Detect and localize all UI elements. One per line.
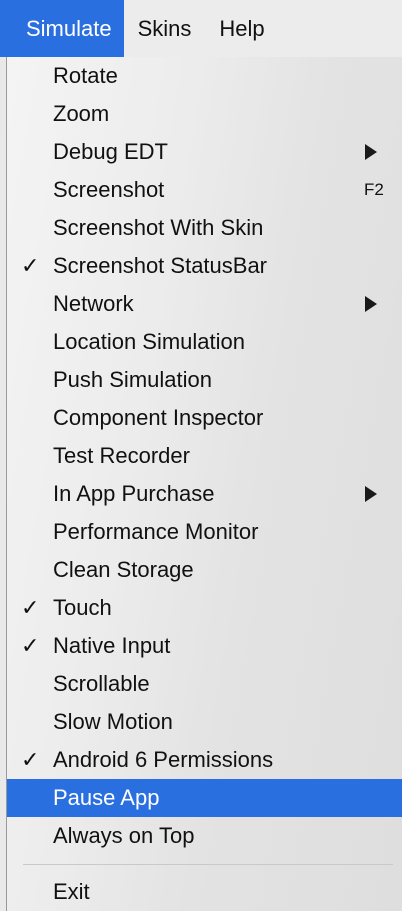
menu-item-label: Scrollable [53, 671, 150, 696]
menu-item-label: Push Simulation [53, 367, 212, 392]
menu-item-native-input[interactable]: ✓ Native Input [7, 627, 402, 665]
menu-item-screenshot-with-skin[interactable]: Screenshot With Skin [7, 209, 402, 247]
menu-item-label: Exit [53, 879, 90, 904]
menu-item-label: In App Purchase [53, 481, 215, 506]
menu-help[interactable]: Help [205, 0, 278, 57]
menu-item-label: Android 6 Permissions [53, 747, 274, 772]
menu-item-label: Rotate [53, 63, 118, 88]
menu-item-touch[interactable]: ✓ Touch [7, 589, 402, 627]
checkmark-icon: ✓ [21, 633, 40, 658]
menu-item-label: Screenshot [53, 177, 165, 202]
menu-item-label: Component Inspector [53, 405, 264, 430]
menu-item-label: Pause App [53, 785, 160, 810]
menu-item-label: Always on Top [53, 823, 195, 848]
menu-item-label: Native Input [53, 633, 171, 658]
menu-bar: Simulate Skins Help [0, 0, 402, 57]
menu-simulate[interactable]: Simulate [0, 0, 124, 57]
menu-item-exit[interactable]: Exit [7, 873, 402, 911]
menu-item-location-simulation[interactable]: Location Simulation [7, 323, 402, 361]
checkmark-icon: ✓ [21, 747, 40, 772]
menu-item-label: Network [53, 291, 134, 316]
menu-item-label: Performance Monitor [53, 519, 259, 544]
menu-item-rotate[interactable]: Rotate [7, 57, 402, 95]
menu-item-label: Clean Storage [53, 557, 194, 582]
menu-item-label: Test Recorder [53, 443, 190, 468]
menu-item-clean-storage[interactable]: Clean Storage [7, 551, 402, 589]
menu-item-pause-app[interactable]: Pause App [7, 779, 402, 817]
menu-item-label: Zoom [53, 101, 110, 126]
menu-item-label: Debug EDT [53, 139, 168, 164]
shortcut-label: F2 [364, 180, 384, 199]
checkmark-icon: ✓ [21, 253, 40, 278]
menu-skins[interactable]: Skins [124, 0, 206, 57]
checkmark-icon: ✓ [21, 595, 40, 620]
menu-item-label: Screenshot StatusBar [53, 253, 268, 278]
menu-item-slow-motion[interactable]: Slow Motion [7, 703, 402, 741]
menu-item-scrollable[interactable]: Scrollable [7, 665, 402, 703]
submenu-arrow-icon [365, 144, 377, 160]
menu-item-zoom[interactable]: Zoom [7, 95, 402, 133]
menu-item-in-app-purchase[interactable]: In App Purchase [7, 475, 402, 513]
submenu-arrow-icon [365, 486, 377, 502]
menu-item-always-on-top[interactable]: Always on Top [7, 817, 402, 855]
simulate-dropdown-menu: Rotate Zoom Debug EDT Screenshot F2 Scre… [6, 57, 402, 911]
menu-item-screenshot[interactable]: Screenshot F2 [7, 171, 402, 209]
menu-item-screenshot-statusbar[interactable]: ✓ Screenshot StatusBar [7, 247, 402, 285]
submenu-arrow-icon [365, 296, 377, 312]
menu-item-label: Touch [53, 595, 112, 620]
menu-item-test-recorder[interactable]: Test Recorder [7, 437, 402, 475]
menu-item-performance-monitor[interactable]: Performance Monitor [7, 513, 402, 551]
menu-item-debug-edt[interactable]: Debug EDT [7, 133, 402, 171]
menu-separator [23, 864, 393, 865]
menu-item-label: Screenshot With Skin [53, 215, 264, 240]
menu-item-label: Location Simulation [53, 329, 246, 354]
menu-item-android-6-permissions[interactable]: ✓ Android 6 Permissions [7, 741, 402, 779]
menu-item-push-simulation[interactable]: Push Simulation [7, 361, 402, 399]
menu-item-component-inspector[interactable]: Component Inspector [7, 399, 402, 437]
menu-item-label: Slow Motion [53, 709, 173, 734]
menu-item-network[interactable]: Network [7, 285, 402, 323]
